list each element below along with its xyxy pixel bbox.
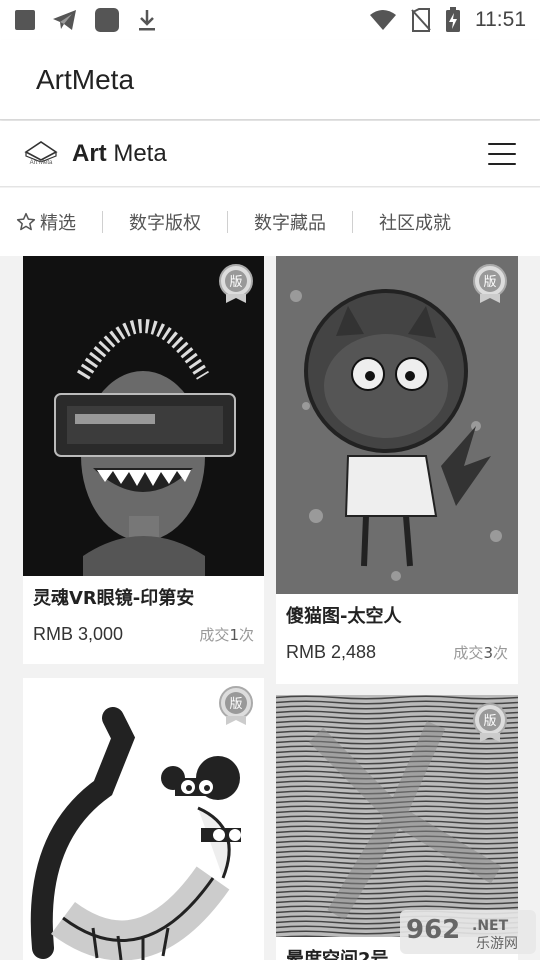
logo-house-icon <box>24 140 58 162</box>
tab-divider <box>102 211 103 233</box>
wifi-icon <box>370 10 396 30</box>
badge-text: 版 <box>229 697 242 712</box>
app-bar: ArtMeta <box>0 40 540 120</box>
card-deals: 成交3次 <box>453 642 508 663</box>
deals-prefix: 成交 <box>453 644 484 662</box>
card-price: RMB 2,488 <box>286 642 377 662</box>
deals-suffix: 次 <box>492 644 508 662</box>
artwork-image: 版 <box>276 695 518 937</box>
copyright-badge-icon: 版 <box>219 686 253 725</box>
deals-count: 1 <box>229 626 239 644</box>
deals-count: 3 <box>483 644 493 662</box>
tab-label: 数字藏品 <box>254 213 326 234</box>
card-title: 傻猫图-太空人 <box>286 606 402 627</box>
no-sim-icon <box>411 8 431 32</box>
artwork-card[interactable]: 版 傻猫图-太空人 RMB 2,488 成交3次 <box>276 256 518 684</box>
site-header: Art Meta Art Meta <box>0 121 540 187</box>
telegram-icon <box>53 10 76 30</box>
card-price: RMB 3,000 <box>33 624 124 644</box>
copyright-badge-icon: 版 <box>473 703 507 742</box>
site-watermark: 962 .NET 乐游网 <box>400 908 536 956</box>
card-deals: 成交1次 <box>199 624 254 645</box>
copyright-badge-icon: 版 <box>473 264 507 303</box>
vr-glasses-artwork <box>23 256 264 576</box>
tab-label: 社区成就 <box>379 213 451 234</box>
badge-text: 版 <box>229 275 242 290</box>
star-outline-icon <box>16 212 36 231</box>
artwork-image: 版 <box>276 256 518 594</box>
tab-label: 精选 <box>40 213 76 234</box>
logo-subtitle: Art Meta <box>29 159 53 166</box>
tab-featured[interactable]: 精选 <box>16 209 76 235</box>
logo-mark: Art Meta <box>24 138 58 170</box>
deals-prefix: 成交 <box>199 626 230 644</box>
badge-text: 版 <box>483 275 496 290</box>
app-square-icon <box>95 8 119 32</box>
tab-divider <box>352 211 353 233</box>
hamburger-menu-button[interactable] <box>488 142 516 165</box>
artwork-card[interactable]: 版 灵魂VR眼镜-印第安 RMB 3,000 成交1次 <box>23 256 264 664</box>
logo-text-bold: Art <box>72 139 107 167</box>
status-bar: 11:51 <box>0 0 540 40</box>
watermark-label: 乐游网 <box>476 936 518 952</box>
artwork-image: 版 <box>23 256 264 576</box>
tab-digital-copyright[interactable]: 数字版权 <box>129 209 201 235</box>
artwork-image: 版 <box>23 678 264 960</box>
menu-line <box>488 142 516 145</box>
space-cat-artwork <box>276 256 518 594</box>
menu-line <box>488 162 516 165</box>
watermark-suffix: .NET <box>472 918 509 934</box>
category-tabs: 精选 数字版权 数字藏品 社区成就 <box>0 188 540 256</box>
menu-line <box>488 152 516 155</box>
status-time: 11:51 <box>475 8 526 31</box>
download-icon <box>139 10 155 31</box>
tab-digital-collectibles[interactable]: 数字藏品 <box>254 209 326 235</box>
battery-charging-icon <box>446 7 460 32</box>
site-logo[interactable]: Art Meta Art Meta <box>24 138 167 170</box>
artwork-card[interactable]: 版 <box>23 678 264 960</box>
watermark-logo-icon: 962 .NET 乐游网 <box>400 910 536 954</box>
logo-text-light: Meta <box>106 139 167 167</box>
logo-text: Art Meta <box>72 140 167 168</box>
copyright-badge-icon: 版 <box>219 264 253 303</box>
deals-suffix: 次 <box>238 626 254 644</box>
watermark-number: 962 <box>406 915 460 945</box>
badge-text: 版 <box>483 714 496 729</box>
tab-label: 数字版权 <box>129 213 201 234</box>
tab-community-achievements[interactable]: 社区成就 <box>379 209 451 235</box>
card-title: 灵魂VR眼镜-印第安 <box>33 588 195 609</box>
notification-square-icon <box>15 10 35 30</box>
app-title: ArtMeta <box>36 63 135 95</box>
tab-divider <box>227 211 228 233</box>
